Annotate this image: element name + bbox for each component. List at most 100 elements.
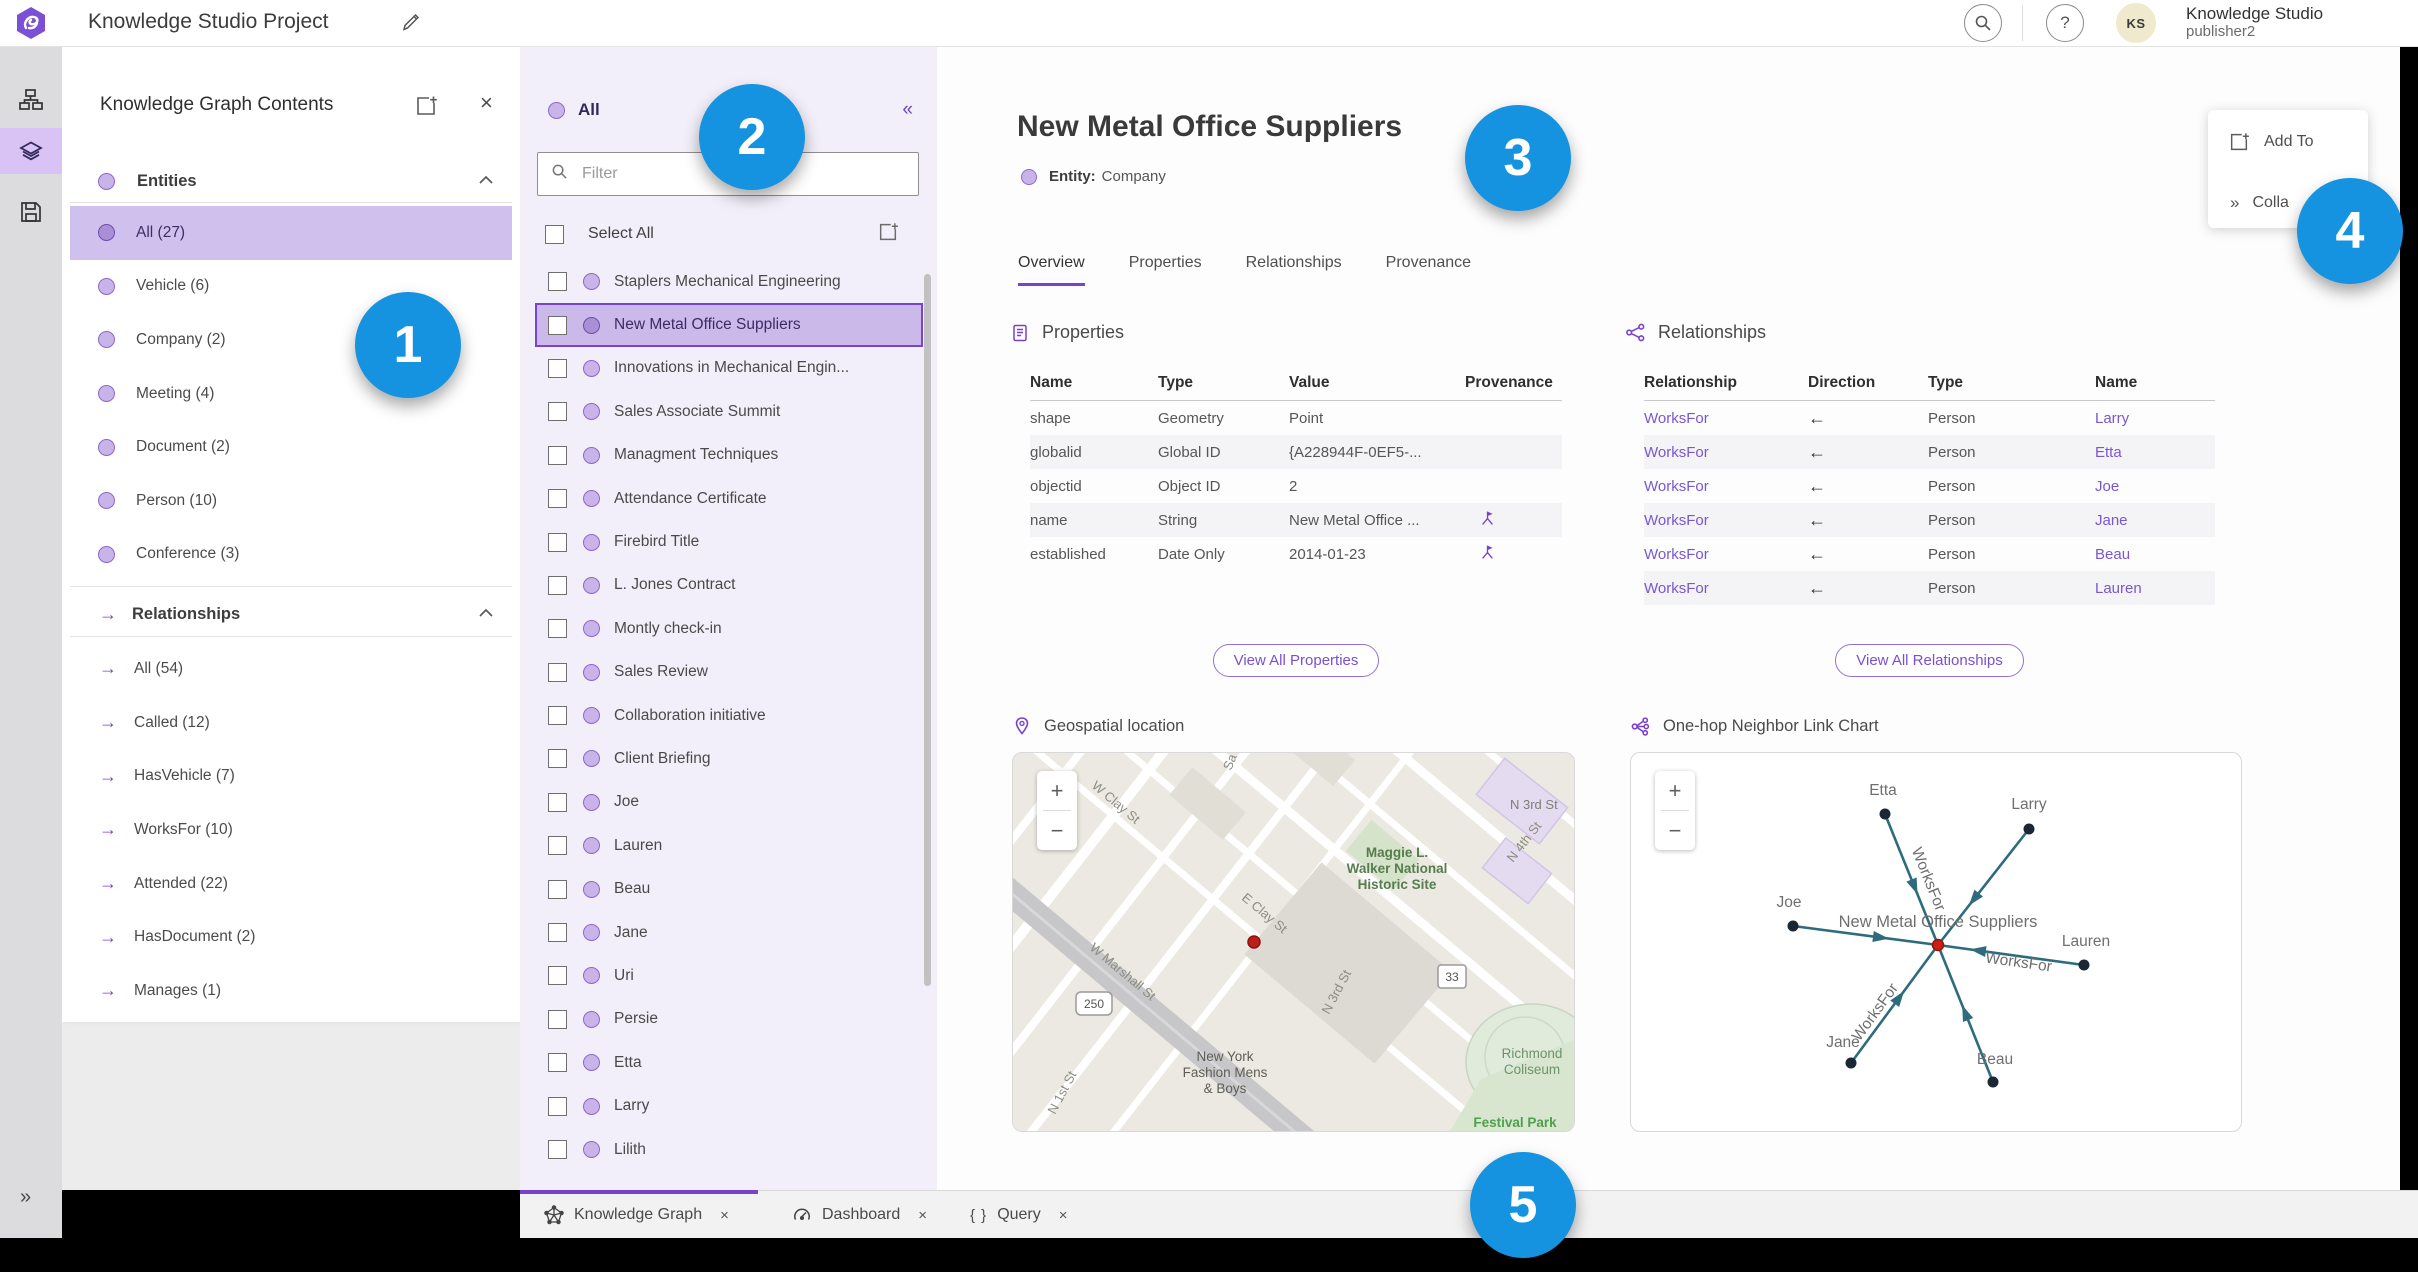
list-item[interactable]: Etta xyxy=(535,1041,923,1084)
relationship-type-item[interactable]: → WorksFor (10) xyxy=(70,803,512,857)
tab-properties[interactable]: Properties xyxy=(1129,254,1202,286)
list-item[interactable]: L. Jones Contract xyxy=(535,564,923,607)
chevron-up-icon[interactable] xyxy=(478,172,494,190)
item-checkbox[interactable] xyxy=(548,662,567,682)
list-item[interactable]: Montly check-in xyxy=(535,607,923,650)
list-item[interactable]: Innovations in Mechanical Engin... xyxy=(535,347,923,390)
zoom-out-button[interactable]: − xyxy=(1037,811,1077,850)
help-icon[interactable]: ? xyxy=(2046,4,2084,42)
item-checkbox[interactable] xyxy=(548,358,567,378)
close-tab-icon[interactable]: × xyxy=(720,1207,729,1224)
list-item[interactable]: Attendance Certificate xyxy=(535,477,923,520)
close-tab-icon[interactable]: × xyxy=(1059,1207,1068,1224)
list-item[interactable]: Lauren xyxy=(535,824,923,867)
relationship-link[interactable]: WorksFor xyxy=(1644,580,1808,597)
item-checkbox[interactable] xyxy=(548,1096,567,1116)
avatar[interactable]: KS xyxy=(2116,3,2156,43)
item-checkbox[interactable] xyxy=(548,836,567,856)
relationship-link[interactable]: WorksFor xyxy=(1644,546,1808,563)
tab-query[interactable]: { } Query × xyxy=(970,1191,1068,1239)
related-name-link[interactable]: Etta xyxy=(2095,444,2215,461)
add-to-map-icon[interactable] xyxy=(414,94,438,118)
provenance-flag-icon[interactable] xyxy=(1479,543,1496,565)
relationship-link[interactable]: WorksFor xyxy=(1644,410,1808,427)
scrollbar[interactable] xyxy=(924,274,931,986)
related-name-link[interactable]: Lauren xyxy=(2095,580,2215,597)
layers-icon[interactable] xyxy=(17,137,45,165)
zoom-in-button[interactable]: + xyxy=(1037,771,1077,810)
list-item[interactable]: Client Briefing xyxy=(535,737,923,780)
list-item[interactable]: Sales Associate Summit xyxy=(535,390,923,433)
related-name-link[interactable]: Joe xyxy=(2095,478,2215,495)
item-checkbox[interactable] xyxy=(548,445,567,465)
item-checkbox[interactable] xyxy=(548,966,567,986)
relationships-section-header[interactable]: → Relationships xyxy=(70,594,512,634)
list-item[interactable]: Uri xyxy=(535,954,923,997)
tab-relationships[interactable]: Relationships xyxy=(1246,254,1342,286)
one-hop-link-chart[interactable]: WorksFor WorksFor WorksFor Etta Larry Joe Laur… xyxy=(1630,752,2242,1132)
item-checkbox[interactable] xyxy=(548,272,567,292)
edit-title-icon[interactable] xyxy=(400,11,422,33)
tab-dashboard[interactable]: Dashboard × xyxy=(792,1191,927,1239)
data-model-icon[interactable] xyxy=(17,86,45,114)
item-checkbox[interactable] xyxy=(548,706,567,726)
chevron-up-icon[interactable] xyxy=(478,605,494,623)
add-to-map-icon[interactable] xyxy=(877,221,899,248)
relationship-link[interactable]: WorksFor xyxy=(1644,444,1808,461)
tab-knowledge-graph[interactable]: Knowledge Graph × xyxy=(544,1191,729,1239)
select-all-row[interactable]: Select All xyxy=(520,216,937,252)
list-item[interactable]: Persie xyxy=(535,998,923,1041)
entity-type-item[interactable]: Conference (3) xyxy=(70,528,512,582)
list-item[interactable]: Sales Review xyxy=(535,651,923,694)
provenance-flag-icon[interactable] xyxy=(1479,509,1496,531)
relationship-link[interactable]: WorksFor xyxy=(1644,512,1808,529)
add-to-button[interactable]: Add To xyxy=(2208,127,2368,157)
item-checkbox[interactable] xyxy=(548,1009,567,1029)
collapse-panel-icon[interactable]: « xyxy=(902,99,912,121)
list-item[interactable]: Beau xyxy=(535,867,923,910)
list-item[interactable]: Collaboration initiative xyxy=(535,694,923,737)
relationship-type-item[interactable]: → HasVehicle (7) xyxy=(70,749,512,803)
item-checkbox[interactable] xyxy=(548,489,567,509)
list-item[interactable]: Larry xyxy=(535,1084,923,1127)
close-tab-icon[interactable]: × xyxy=(918,1207,927,1224)
entity-type-item[interactable]: All (27) xyxy=(70,206,512,260)
item-checkbox[interactable] xyxy=(548,619,567,639)
relationship-type-item[interactable]: → Called (12) xyxy=(70,696,512,750)
item-checkbox[interactable] xyxy=(548,792,567,812)
tab-provenance[interactable]: Provenance xyxy=(1386,254,1471,286)
item-checkbox[interactable] xyxy=(548,532,567,552)
expand-rail-icon[interactable]: » xyxy=(20,1186,31,1209)
tab-overview[interactable]: Overview xyxy=(1018,254,1085,286)
list-item[interactable]: New Metal Office Suppliers xyxy=(535,303,923,347)
relationship-type-item[interactable]: → All (54) xyxy=(70,642,512,696)
list-item[interactable]: Lilith xyxy=(535,1128,923,1171)
related-name-link[interactable]: Jane xyxy=(2095,512,2215,529)
zoom-out-button[interactable]: − xyxy=(1655,811,1695,850)
list-item[interactable]: Firebird Title xyxy=(535,520,923,563)
close-icon[interactable]: × xyxy=(480,90,493,116)
view-all-properties-button[interactable]: View All Properties xyxy=(1212,644,1380,677)
item-checkbox[interactable] xyxy=(548,402,567,422)
entity-type-item[interactable]: Person (10) xyxy=(70,474,512,528)
relationship-type-item[interactable]: → Manages (1) xyxy=(70,964,512,1018)
list-item[interactable]: Joe xyxy=(535,781,923,824)
entity-type-item[interactable]: Document (2) xyxy=(70,420,512,474)
list-item[interactable]: Staplers Mechanical Engineering xyxy=(535,260,923,303)
entities-section-header[interactable]: Entities xyxy=(70,161,512,201)
related-name-link[interactable]: Larry xyxy=(2095,410,2215,427)
relationship-type-item[interactable]: → HasDocument (2) xyxy=(70,910,512,964)
related-name-link[interactable]: Beau xyxy=(2095,546,2215,563)
zoom-in-button[interactable]: + xyxy=(1655,771,1695,810)
item-checkbox[interactable] xyxy=(548,1053,567,1073)
item-checkbox[interactable] xyxy=(548,575,567,595)
relationship-type-item[interactable]: → Attended (22) xyxy=(70,857,512,911)
item-checkbox[interactable] xyxy=(548,315,567,335)
list-item[interactable]: Jane xyxy=(535,911,923,954)
search-icon[interactable] xyxy=(1964,4,2002,42)
relationship-link[interactable]: WorksFor xyxy=(1644,478,1808,495)
view-all-relationships-button[interactable]: View All Relationships xyxy=(1835,644,2024,677)
entity-type-item[interactable]: Vehicle (6) xyxy=(70,260,512,314)
item-checkbox[interactable] xyxy=(548,879,567,899)
save-icon[interactable] xyxy=(17,198,45,226)
